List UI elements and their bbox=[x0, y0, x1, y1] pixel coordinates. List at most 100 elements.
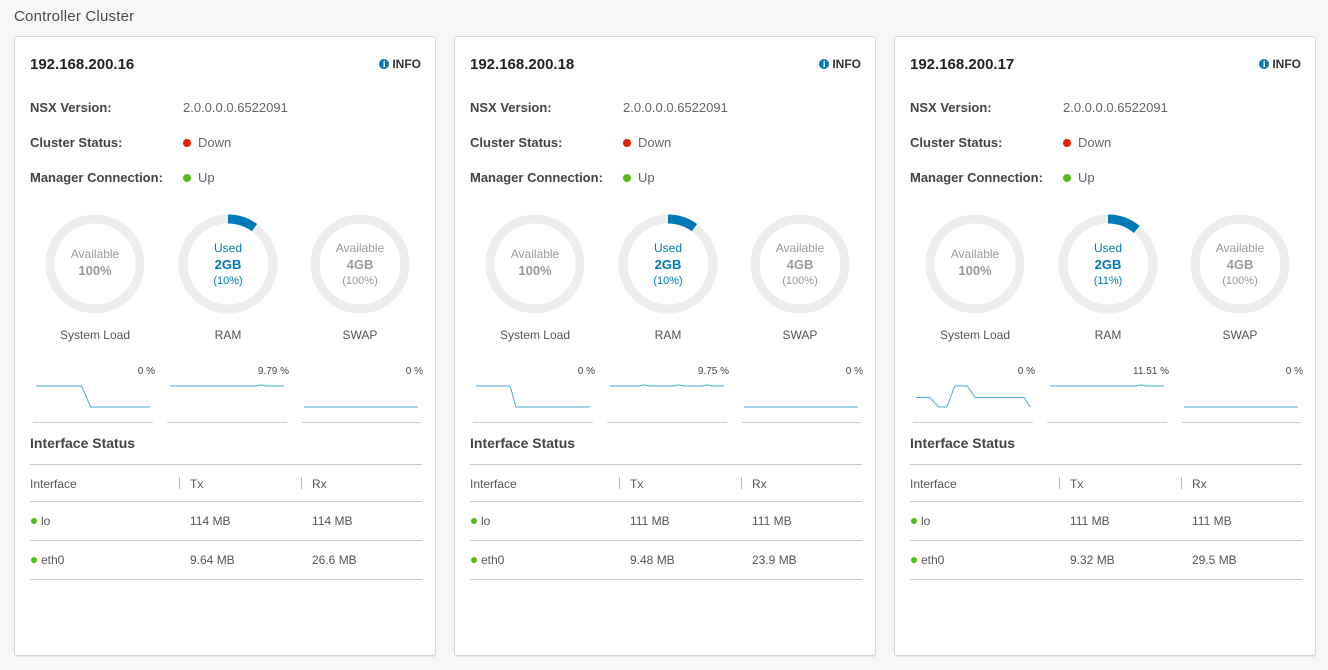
usage-sparkline: 9.79 % bbox=[167, 363, 289, 423]
interface-name: eth0 bbox=[921, 553, 945, 567]
table-header: Interface Tx Rx bbox=[910, 465, 1302, 501]
controller-card: 192.168.200.16 i INFO NSX Version: 2.0.0.0.0… bbox=[14, 36, 436, 656]
manager-connection-text: Up bbox=[198, 170, 215, 185]
column-separator[interactable] bbox=[1059, 477, 1060, 489]
gauge-value: 4GB bbox=[786, 257, 814, 272]
column-separator[interactable] bbox=[741, 477, 742, 489]
interface-rx: 29.5 MB bbox=[1192, 553, 1237, 567]
info-button[interactable]: i INFO bbox=[819, 57, 861, 71]
cluster-status-label: Cluster Status: bbox=[470, 135, 563, 150]
interface-status-title: Interface Status bbox=[30, 435, 136, 451]
sparkline-line bbox=[1050, 384, 1164, 387]
system-load-gauge: Available 100% bbox=[42, 211, 148, 317]
manager-connection-label: Manager Connection: bbox=[30, 170, 163, 185]
ram-gauge: Used 2GB (11%) bbox=[1055, 211, 1161, 317]
table-row: eth0 9.32 MB 29.5 MB bbox=[910, 541, 1302, 579]
col-interface: Interface bbox=[470, 477, 517, 491]
usage-sparkline: 0 % bbox=[913, 363, 1035, 423]
gauge-value: 2GB bbox=[214, 257, 242, 272]
info-label: INFO bbox=[392, 57, 421, 71]
gauge-percent: (100%) bbox=[782, 275, 818, 287]
nsx-version-text: 2.0.0.0.0.6522091 bbox=[623, 100, 728, 115]
manager-connection-label: Manager Connection: bbox=[470, 170, 603, 185]
system-load-label: System Load bbox=[59, 328, 131, 342]
sparkline-baseline bbox=[913, 422, 1033, 423]
table-row: lo 111 MB 111 MB bbox=[910, 502, 1302, 540]
col-interface: Interface bbox=[910, 477, 957, 491]
status-dot-icon bbox=[1063, 173, 1071, 182]
ram-gauge: Used 2GB (10%) bbox=[175, 211, 281, 317]
usage-sparkline: 0 % bbox=[301, 363, 423, 423]
interface-rx: 111 MB bbox=[1192, 514, 1232, 528]
interface-tx: 9.64 MB bbox=[190, 553, 235, 567]
sparkline-chart bbox=[610, 384, 724, 387]
manager-connection-value: Up bbox=[1063, 170, 1095, 185]
controller-ip: 192.168.200.16 bbox=[30, 56, 135, 73]
nsx-version-text: 2.0.0.0.0.6522091 bbox=[183, 100, 288, 115]
gauge-value: 4GB bbox=[1226, 257, 1254, 272]
divider bbox=[910, 579, 1302, 580]
sparkline-chart bbox=[36, 385, 150, 408]
system-load-label: System Load bbox=[939, 328, 1011, 342]
sparkline-line bbox=[36, 385, 150, 408]
interface-tx: 111 MB bbox=[630, 514, 670, 528]
column-separator[interactable] bbox=[179, 477, 180, 489]
cluster-status-label: Cluster Status: bbox=[910, 135, 1003, 150]
sparkline-chart bbox=[1050, 384, 1164, 387]
gauge-percent: (10%) bbox=[653, 275, 683, 287]
interface-tx: 9.32 MB bbox=[1070, 553, 1115, 567]
interface-table: Interface Tx Rx lo 111 MB 111 MB eth0 9.32 MB 29… bbox=[910, 464, 1302, 580]
status-dot-icon bbox=[31, 557, 37, 563]
controller-card: 192.168.200.17 i INFO NSX Version: 2.0.0.0.0… bbox=[894, 36, 1316, 656]
swap-gauge: Available 4GB (100%) bbox=[307, 211, 413, 317]
column-separator[interactable] bbox=[619, 477, 620, 489]
manager-connection-text: Up bbox=[638, 170, 655, 185]
sparkline-chart bbox=[170, 384, 284, 387]
ram-label: RAM bbox=[654, 328, 682, 342]
sparkline-line bbox=[610, 384, 724, 387]
cluster-status-value: Down bbox=[623, 135, 671, 150]
usage-sparkline: 0 % bbox=[473, 363, 595, 423]
col-tx: Tx bbox=[630, 477, 644, 491]
status-dot-icon bbox=[471, 557, 477, 563]
status-dot-icon bbox=[31, 518, 37, 524]
usage-sparkline: 9.75 % bbox=[607, 363, 729, 423]
page-title: Controller Cluster bbox=[14, 8, 135, 25]
status-dot-icon bbox=[1063, 138, 1071, 147]
table-row: eth0 9.48 MB 23.9 MB bbox=[470, 541, 862, 579]
column-separator[interactable] bbox=[301, 477, 302, 489]
column-separator[interactable] bbox=[1181, 477, 1182, 489]
gauge-caption: Available bbox=[335, 241, 385, 255]
divider bbox=[30, 579, 422, 580]
interface-status-title: Interface Status bbox=[470, 435, 576, 451]
info-button[interactable]: i INFO bbox=[379, 57, 421, 71]
col-rx: Rx bbox=[752, 477, 767, 491]
cluster-status-label: Cluster Status: bbox=[30, 135, 123, 150]
swap-label: SWAP bbox=[782, 328, 818, 342]
interface-name: eth0 bbox=[41, 553, 65, 567]
gauge-percent: (100%) bbox=[1222, 275, 1258, 287]
gauge-caption: Available bbox=[510, 247, 560, 261]
sparkline-baseline bbox=[1047, 422, 1167, 423]
interface-rx: 114 MB bbox=[312, 514, 353, 528]
nsx-version-label: NSX Version: bbox=[30, 100, 112, 115]
usage-sparkline: 0 % bbox=[741, 363, 863, 423]
nsx-version-label: NSX Version: bbox=[470, 100, 552, 115]
col-rx: Rx bbox=[312, 477, 327, 491]
col-tx: Tx bbox=[1070, 477, 1084, 491]
usage-sparkline: 11.51 % bbox=[1047, 363, 1169, 423]
status-dot-icon bbox=[911, 557, 917, 563]
interface-tx: 114 MB bbox=[190, 514, 231, 528]
sparkline-line bbox=[476, 385, 590, 408]
gauge-caption: Used bbox=[653, 241, 682, 255]
gauge-caption: Available bbox=[70, 247, 120, 261]
table-row: lo 114 MB 114 MB bbox=[30, 502, 422, 540]
interface-name: lo bbox=[481, 514, 491, 528]
info-button[interactable]: i INFO bbox=[1259, 57, 1301, 71]
gauge-caption: Available bbox=[775, 241, 825, 255]
sparkline-chart bbox=[744, 406, 858, 408]
info-label: INFO bbox=[832, 57, 861, 71]
info-icon: i bbox=[379, 59, 390, 69]
table-row: lo 111 MB 111 MB bbox=[470, 502, 862, 540]
manager-connection-value: Up bbox=[623, 170, 655, 185]
